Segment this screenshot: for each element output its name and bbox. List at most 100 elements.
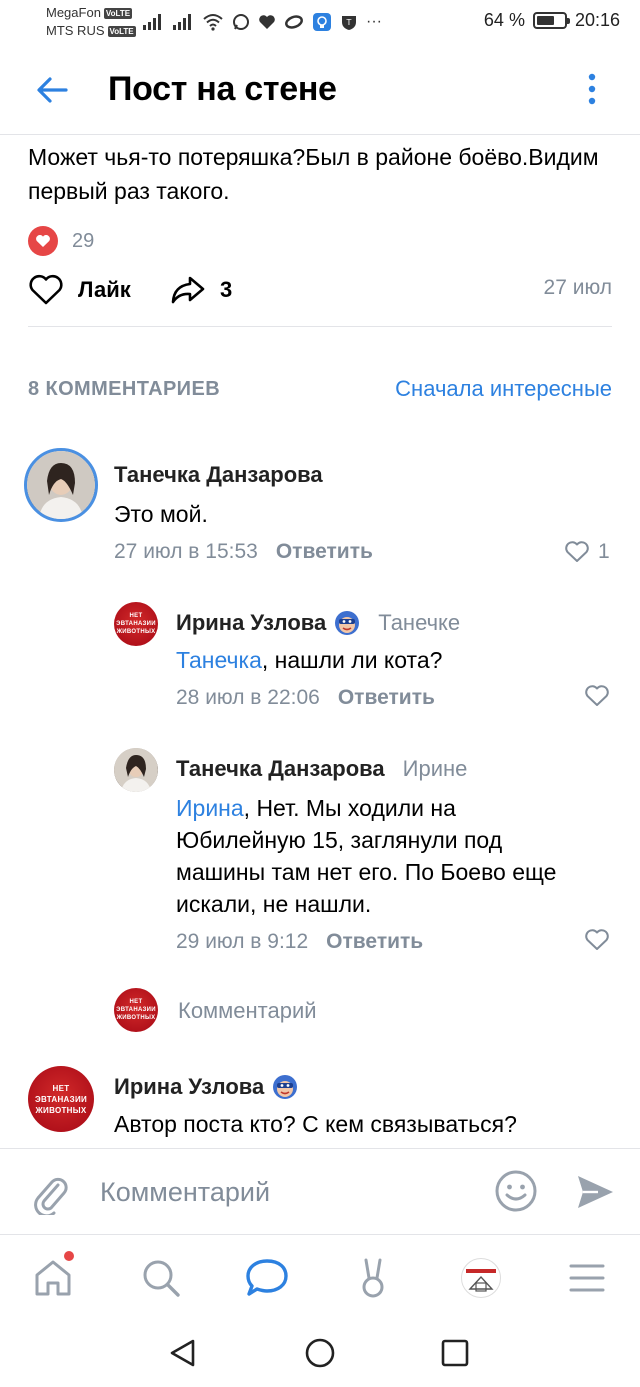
profile-icon [461,1258,501,1298]
avatar[interactable] [24,448,98,522]
shield-app-icon: T [342,16,356,30]
paperclip-icon [34,1177,68,1218]
avatar[interactable] [114,748,158,792]
tab-search[interactable] [138,1255,184,1301]
tab-menu[interactable] [564,1255,610,1301]
avatar-label: ЭВТАНАЗИИ [116,621,156,627]
avatar[interactable]: НЕТ ЭВТАНАЗИИ ЖИВОТНЫХ [114,602,158,646]
attach-button[interactable] [30,1171,70,1218]
comment-date: 29 июл в 9:12 [176,930,309,953]
comment-author[interactable]: Танечка Данзарова Ирине [176,756,467,782]
heart-outline-icon [565,541,589,562]
heart-outline-icon [585,685,609,706]
comment-composer [0,1148,640,1234]
comment-like-count: 1 [598,540,610,563]
smile-icon [495,1170,537,1212]
services-icon [362,1258,384,1298]
system-navigation-bar [0,1320,640,1387]
share-arrow-icon [171,276,205,304]
comment-reply: Танечка Данзарова Ирине Ирина, Нет. Мы х… [0,742,640,972]
comment-reply: НЕТ ЭВТАНАЗИИ ЖИВОТНЫХ Ирина Узлова Танечк… [0,594,640,724]
signal-icon [143,14,161,30]
bottom-tab-bar [0,1234,640,1320]
battery-fill [536,16,554,25]
tab-messages[interactable] [244,1255,290,1301]
comment-author[interactable]: Ирина Узлова Танечке [176,610,460,636]
battery-percent: 64 % [483,10,525,30]
volte-badge: VoLTE [103,7,133,19]
reply-to-name[interactable]: Ирине [403,756,468,782]
whatsapp-icon [233,14,249,30]
superhero-badge-icon [273,1075,298,1099]
comment-meta: 28 июл в 22:06 Ответить [176,686,435,710]
clock: 20:16 [574,10,620,30]
author-name: Ирина Узлова [176,610,327,635]
reply-button[interactable]: Ответить [276,540,373,563]
reply-button[interactable]: Ответить [326,930,423,953]
svg-text:T: T [346,18,352,27]
tab-services[interactable] [350,1255,396,1301]
comment-body: , нашли ли кота? [261,647,443,673]
avatar-label: НЕТ [129,613,143,619]
bulb-app-icon [313,13,331,31]
reply-to-name[interactable]: Танечке [378,610,460,636]
post-text: Может чья-то потеряшка?Был в районе боёв… [28,144,599,204]
heart-status-icon [259,15,275,29]
battery-icon [532,12,570,29]
comment-author[interactable]: Танечка Данзарова [114,462,323,488]
avatar-label: НЕТ [129,999,143,1005]
more-status-indicator: ··· [366,13,382,30]
reactions-summary[interactable]: 29 [28,226,94,256]
inline-reply-field[interactable]: Комментарий [178,998,317,1024]
avatar-label: ЭВТАНАЗИИ [116,1007,156,1013]
comment-like-button[interactable] [584,684,610,708]
mention-link[interactable]: Танечка [176,647,262,673]
send-button[interactable] [574,1171,616,1213]
arrow-left-icon [37,77,68,103]
carrier-2-name: MTS RUS [46,23,105,38]
carrier-1-name: MegaFon [46,5,101,20]
comment-text: Это мой. [114,501,208,527]
current-user-avatar: НЕТ ЭВТАНАЗИИ ЖИВОТНЫХ [114,988,158,1032]
system-home-button[interactable] [303,1336,337,1370]
comment-author[interactable]: Ирина Узлова [114,1074,298,1100]
system-recents-button[interactable] [438,1336,472,1370]
reply-button[interactable]: Ответить [338,686,435,709]
post-date: 27 июл [543,276,612,299]
comment-like-button[interactable] [584,928,610,952]
avatar-label: НЕТ [52,1083,70,1093]
send-icon [578,1176,613,1208]
post-actions: Лайк 3 27 июл [28,270,612,314]
comment-like-button[interactable]: 1 [564,540,610,564]
share-button[interactable]: 3 [170,274,232,306]
status-icons: T ··· [142,12,382,32]
search-icon [143,1260,180,1297]
notification-dot [64,1251,74,1261]
avatar[interactable]: НЕТ ЭВТАНАЗИИ ЖИВОТНЫХ [28,1066,94,1132]
more-menu-button[interactable] [582,70,602,110]
comment-text: Ирина, Нет. Мы ходили на Юбилейную 15, з… [176,792,586,920]
mention-link[interactable]: Ирина [176,795,244,821]
reaction-count: 29 [72,229,95,252]
share-count: 3 [220,277,233,302]
tab-profile[interactable] [458,1255,504,1301]
comment-input[interactable] [100,1173,480,1211]
comment-meta: 29 июл в 9:12 Ответить [176,930,423,954]
sort-comments-link[interactable]: Сначала интересные [395,376,612,402]
system-back-button[interactable] [166,1336,200,1370]
like-button[interactable]: Лайк [28,274,131,306]
like-label: Лайк [78,277,131,302]
comments-count: 8 КОММЕНТАРИЕВ [28,378,221,400]
emoji-button[interactable] [494,1169,538,1213]
status-right: 64 % 20:16 [484,10,620,31]
comment-meta: 27 июл в 15:53 Ответить [114,540,373,564]
triangle-back-icon [170,1339,195,1367]
app-header: Пост на стене [0,46,640,134]
back-button[interactable] [32,70,72,110]
tab-home[interactable] [30,1251,76,1301]
heart-outline-icon [29,274,63,305]
avatar-label: ЭВТАНАЗИИ [34,1094,88,1104]
comments-header: 8 КОММЕНТАРИЕВ Сначала интересные [28,376,612,406]
heart-reaction-icon [28,226,58,256]
superhero-badge-icon [335,611,360,635]
